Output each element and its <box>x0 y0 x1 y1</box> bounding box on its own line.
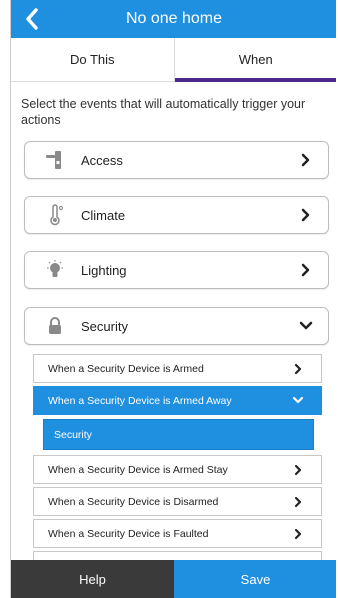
chevron-right-icon <box>289 461 307 479</box>
event-label: When a Security Device is Armed <box>48 362 204 375</box>
chevron-down-icon <box>296 316 316 336</box>
event-armed-stay[interactable]: When a Security Device is Armed Stay <box>33 455 322 484</box>
thermometer-icon <box>43 203 67 227</box>
category-label: Lighting <box>81 262 127 278</box>
category-climate[interactable]: Climate <box>24 196 329 234</box>
category-label: Climate <box>81 207 126 223</box>
chevron-right-icon <box>289 360 307 378</box>
chevron-right-icon <box>296 260 316 280</box>
door-lock-icon <box>43 148 67 172</box>
event-faulted[interactable]: When a Security Device is Faulted <box>33 519 322 548</box>
chevron-right-icon <box>296 150 316 170</box>
device-option-security[interactable]: Security <box>43 419 314 450</box>
event-armed[interactable]: When a Security Device is Armed <box>33 354 322 383</box>
instruction-text: Select the events that will automaticall… <box>21 97 306 127</box>
chevron-down-icon <box>289 392 307 410</box>
tab-bar: Do This When <box>11 38 336 82</box>
event-label: When a Security Device is Disarmed <box>48 495 219 508</box>
light-bulb-icon <box>43 258 67 282</box>
category-security[interactable]: Security <box>24 307 329 345</box>
category-access[interactable]: Access <box>24 141 329 179</box>
device-option-label: Security <box>54 428 92 441</box>
header-bar: No one home <box>11 0 336 38</box>
event-label: When a Security Device is Faulted <box>48 527 209 540</box>
tab-when[interactable]: When <box>173 38 336 82</box>
event-disarmed[interactable]: When a Security Device is Disarmed <box>33 487 322 516</box>
app-frame: No one home Do This When Select the even… <box>10 0 336 598</box>
back-button[interactable] <box>17 4 47 34</box>
event-armed-away[interactable]: When a Security Device is Armed Away <box>33 386 322 415</box>
help-button[interactable]: Help <box>11 560 174 598</box>
category-lighting[interactable]: Lighting <box>24 251 329 289</box>
chevron-left-icon <box>26 8 38 30</box>
page-title: No one home <box>125 10 223 27</box>
footer-bar: Help Save <box>11 560 336 598</box>
chevron-right-icon <box>296 205 316 225</box>
chevron-right-icon <box>289 493 307 511</box>
chevron-right-icon <box>289 525 307 543</box>
event-label: When a Security Device is Armed Away <box>48 394 232 407</box>
tab-do-this[interactable]: Do This <box>11 38 174 81</box>
category-label: Security <box>81 318 128 334</box>
padlock-icon <box>43 314 67 338</box>
save-button[interactable]: Save <box>174 560 336 598</box>
event-label: When a Security Device is Armed Stay <box>48 463 228 476</box>
category-label: Access <box>81 152 123 168</box>
